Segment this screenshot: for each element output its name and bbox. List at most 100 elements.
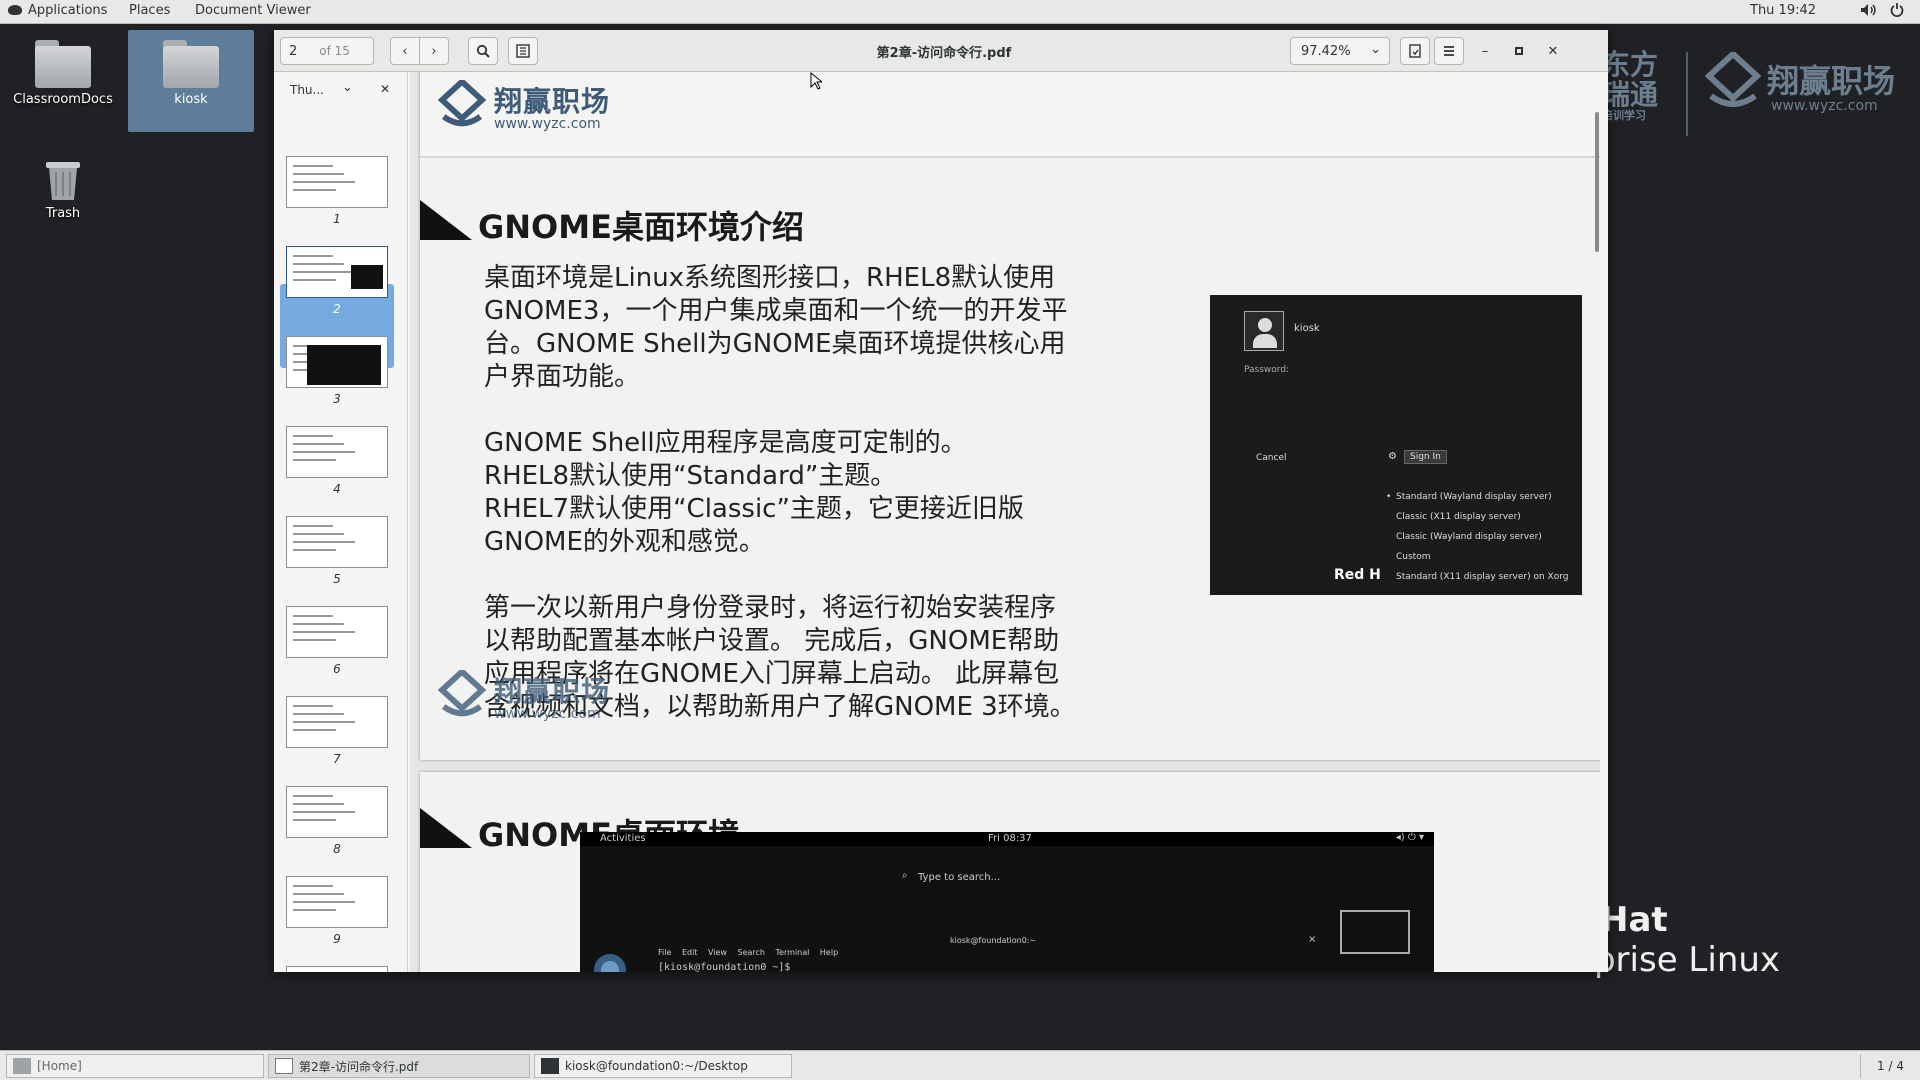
desktop-brand-right-url: www.wyzc.com [1771,98,1878,114]
volume-icon[interactable] [1860,3,1876,21]
desktop-brand-divider [1686,52,1688,136]
thumbnail-line [293,435,333,437]
thumbnail-line [293,279,336,281]
page-thumbnail[interactable] [286,696,388,748]
clock[interactable]: Thu 19:42 [1750,3,1816,18]
top-bar: Applications Places Document Viewer Thu … [0,0,1920,24]
workspace-label: 1 / 4 [1877,1059,1904,1073]
shell-terminal-title: kiosk@foundation0:~ [950,936,1037,945]
minimize-button[interactable]: – [1472,37,1498,65]
page-current[interactable]: 2 [289,44,297,59]
hamburger-icon [1444,46,1454,56]
body-line: RHEL7默认使用“Classic”主题，它更接近旧版 [484,494,1024,524]
desktop-brand-left-small: 培训学习 [1602,109,1646,122]
body-line: 台。GNOME Shell为GNOME桌面环境提供核心用 [484,329,1066,359]
user-avatar-icon [1244,311,1284,351]
taskbar-terminal[interactable]: kiosk@foundation0:~/Desktop [534,1054,792,1078]
menu-button[interactable] [1434,37,1464,65]
page-thumbnail[interactable] [286,606,388,658]
shell-activities: Activities [600,833,646,844]
desktop-icon-classroomdocs[interactable]: ClassroomDocs [0,40,126,107]
menu-item: Edit [681,948,698,957]
slide-title: GNOME桌面环境介绍 [478,208,804,246]
previous-page-button[interactable]: ‹ [390,37,420,65]
desktop-brand-right: 翔赢职场 www.wyzc.com [1705,52,1905,122]
next-page-button[interactable]: › [419,37,449,65]
applications-menu[interactable]: Applications [8,3,107,18]
thumbnail-line [293,173,344,175]
document-viewer-menu[interactable]: Document Viewer [195,3,311,18]
sidebar-close-icon[interactable]: ✕ [380,82,390,96]
redhat-line2: rprise Linux [1580,940,1781,980]
search-button[interactable] [468,37,498,65]
close-button[interactable]: ✕ [1540,37,1566,65]
session-option: Classic (X11 display server) [1386,507,1568,527]
page-thumbnail[interactable] [286,156,388,208]
thumbnail-line [293,189,336,191]
terminal-icon [541,1058,559,1074]
desktop-icon-label: kiosk [174,92,208,107]
thumbnail-number: 9 [333,932,341,946]
folder-icon [163,40,219,88]
page-number-entry[interactable]: 2 of 15 [280,37,374,65]
scrollbar-thumb[interactable] [1595,112,1599,252]
watermark-text: 翔赢职场 [494,675,611,708]
login-username: kiosk [1294,323,1320,334]
document-view[interactable]: 翔赢职场 www.wyzc.com GNOME桌面环境介绍 桌面环境是Linux… [410,72,1600,972]
gnome-shell-image: Activities Fri 08:37 ◂) ⏻ ▾ ⌕ Type to se… [580,832,1434,972]
thumbnail-line [293,451,355,453]
taskbar-pdf-label: 第2章-访问命令行.pdf [299,1059,419,1074]
page-thumbnail[interactable] [286,336,388,388]
thumbnail-line [293,705,333,707]
page-annotate-icon [1409,44,1421,58]
page-header-band: 翔赢职场 www.wyzc.com [420,72,1600,158]
maximize-button[interactable] [1506,37,1532,65]
thumbnail-line [293,721,355,723]
workspace-indicator[interactable]: 1 / 4 [1860,1054,1920,1078]
window-title: 第2章-访问命令行.pdf [876,46,1012,61]
applications-label: Applications [28,3,108,18]
zoom-select[interactable]: 97.42% ⌄ [1290,37,1390,65]
sidebar-toggle-button[interactable] [508,37,538,65]
thumbnail-line [293,639,336,641]
workspace-thumbnail [1340,910,1410,954]
page-thumbnail[interactable] [286,516,388,568]
page-thumbnail[interactable] [286,966,388,972]
session-option: Standard (X11 display server) on Xorg [1386,567,1568,587]
taskbar-home[interactable]: [Home] [6,1054,264,1078]
chevron-down-icon[interactable]: ⌄ [342,80,353,95]
document-icon [275,1058,293,1074]
mouse-pointer-icon [810,72,822,90]
close-icon: ✕ [1547,43,1559,59]
taskbar-pdf[interactable]: 第2章-访问命令行.pdf [268,1054,530,1078]
sidebar-mode-select[interactable]: Thu... [290,83,324,97]
power-icon[interactable] [1890,3,1904,21]
page-thumbnail[interactable] [286,426,388,478]
login-cancel: Cancel [1256,453,1287,463]
page-thumbnail[interactable] [286,246,388,298]
document-viewer-window: 2 of 15 ‹ › 第2章-访问命令行.pdf 97.42% ⌄ – ✕ T… [274,30,1608,972]
thumbnail-line [293,525,333,527]
thumbnail-line [293,165,333,167]
places-menu[interactable]: Places [129,3,170,18]
thumbnail-number: 5 [333,572,341,586]
sidebar-header: Thu... ⌄ ✕ [274,72,408,108]
body-line: GNOME3，一个用户集成桌面和一个统一的开发平 [484,296,1068,326]
watermark-text: 翔赢职场 [494,85,611,118]
page-thumbnail[interactable] [286,876,388,928]
thumbnail-line [293,885,333,887]
thumbnail-number: 7 [333,752,341,766]
desktop-icon-label: ClassroomDocs [13,92,113,107]
session-option-label: Classic (Wayland display server) [1396,532,1542,542]
vertical-scrollbar[interactable] [1594,72,1600,972]
page-thumbnail[interactable] [286,786,388,838]
desktop-icon-kiosk[interactable]: kiosk [128,30,254,132]
body-line: GNOME的外观和感觉。 [484,527,765,557]
thumbnail-line [293,631,355,633]
menu-item: File [658,948,672,957]
annotations-button[interactable] [1400,37,1430,65]
session-option-label: Standard (Wayland display server) [1396,492,1552,502]
desktop-icon-trash[interactable]: Trash [0,158,126,221]
gear-icon: ⚙ [1388,451,1397,462]
session-option: Classic (Wayland display server) [1386,527,1568,547]
